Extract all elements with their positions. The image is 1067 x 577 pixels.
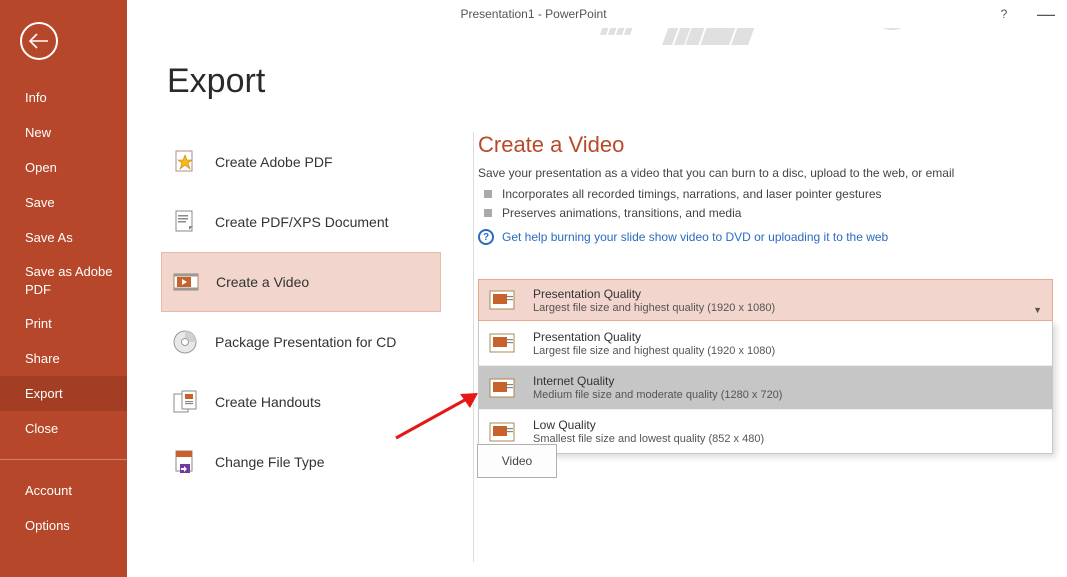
create-video-button[interactable]: Video [477, 444, 557, 478]
export-detail-panel: Create a Video Save your presentation as… [473, 132, 1057, 562]
chevron-down-icon: ▼ [1033, 305, 1042, 315]
disc-icon [171, 328, 199, 356]
backstage-sidebar: Info New Open Save Save As Save as Adobe… [0, 0, 127, 577]
export-option-change-file-type[interactable]: Change File Type [161, 432, 441, 492]
quality-option-internet[interactable]: Internet Quality Medium file size and mo… [479, 365, 1052, 409]
sidebar-item-label: Account [25, 483, 72, 498]
dropdown-sublabel: Largest file size and highest quality (1… [533, 302, 1042, 314]
bullet-icon [484, 209, 492, 217]
sidebar-item-label: Save as Adobe PDF [25, 264, 112, 297]
quality-option-low[interactable]: Low Quality Smallest file size and lowes… [479, 409, 1052, 453]
sidebar-item-print[interactable]: Print [0, 306, 127, 341]
sidebar-item-open[interactable]: Open [0, 150, 127, 185]
option-label: Low Quality [533, 418, 1042, 432]
detail-description: Save your presentation as a video that y… [478, 166, 1057, 180]
quality-dropdown-list: Presentation Quality Largest file size a… [478, 321, 1053, 454]
export-option-label: Create Handouts [215, 394, 321, 410]
sidebar-divider [0, 459, 127, 460]
video-quality-dropdown[interactable]: Presentation Quality Largest file size a… [478, 279, 1053, 454]
option-sublabel: Largest file size and highest quality (1… [533, 345, 1042, 357]
sidebar-item-info[interactable]: Info [0, 80, 127, 115]
export-option-create-video[interactable]: Create a Video [161, 252, 441, 312]
sidebar-item-label: Share [25, 351, 60, 366]
handouts-icon [171, 388, 199, 416]
option-label: Internet Quality [533, 374, 1042, 388]
sidebar-item-label: New [25, 125, 51, 140]
export-option-adobe-pdf[interactable]: Create Adobe PDF [161, 132, 441, 192]
option-label: Presentation Quality [533, 330, 1042, 344]
quality-option-presentation[interactable]: Presentation Quality Largest file size a… [479, 321, 1052, 365]
export-option-label: Change File Type [215, 454, 324, 470]
quality-icon [489, 378, 515, 398]
button-label: Video [502, 454, 532, 468]
help-info-icon: ? [478, 229, 494, 245]
sidebar-item-label: Info [25, 90, 47, 105]
export-option-label: Create PDF/XPS Document [215, 214, 389, 230]
option-sublabel: Smallest file size and lowest quality (8… [533, 433, 1042, 445]
option-sublabel: Medium file size and moderate quality (1… [533, 389, 1042, 401]
back-button[interactable] [20, 22, 58, 60]
sidebar-item-options[interactable]: Options [0, 508, 127, 543]
sidebar-item-label: Save As [25, 230, 73, 245]
sidebar-item-save-adobe-pdf[interactable]: Save as Adobe PDF [0, 255, 127, 306]
detail-bullet: Preserves animations, transitions, and m… [484, 205, 1057, 220]
bullet-text: Preserves animations, transitions, and m… [502, 206, 741, 220]
sidebar-item-account[interactable]: Account [0, 473, 127, 508]
change-file-type-icon [171, 448, 199, 476]
bullet-icon [484, 190, 492, 198]
adobe-pdf-icon [171, 148, 199, 176]
sidebar-item-label: Print [25, 316, 52, 331]
sidebar-item-export[interactable]: Export [0, 376, 127, 411]
export-option-handouts[interactable]: Create Handouts [161, 372, 441, 432]
help-link[interactable]: Get help burning your slide show video t… [502, 230, 888, 244]
sidebar-item-new[interactable]: New [0, 115, 127, 150]
detail-bullet: Incorporates all recorded timings, narra… [484, 186, 1057, 201]
arrow-left-icon [29, 33, 49, 49]
bullet-text: Incorporates all recorded timings, narra… [502, 187, 882, 201]
page-title: Export [167, 62, 1067, 101]
sidebar-item-label: Options [25, 518, 70, 533]
quality-icon [489, 333, 515, 353]
video-icon [172, 268, 200, 296]
export-option-label: Create a Video [216, 274, 309, 290]
export-option-label: Create Adobe PDF [215, 154, 333, 170]
sidebar-item-label: Close [25, 421, 58, 436]
export-option-label: Package Presentation for CD [215, 334, 396, 350]
document-icon [171, 208, 199, 236]
dropdown-label: Presentation Quality [533, 287, 1042, 301]
sidebar-item-save-as[interactable]: Save As [0, 220, 127, 255]
quality-icon [489, 422, 515, 442]
export-options-list: Create Adobe PDF Create PDF/XPS Document… [161, 132, 441, 492]
sidebar-item-close[interactable]: Close [0, 411, 127, 446]
detail-title: Create a Video [478, 132, 1057, 158]
export-option-package-cd[interactable]: Package Presentation for CD [161, 312, 441, 372]
sidebar-item-save[interactable]: Save [0, 185, 127, 220]
sidebar-item-share[interactable]: Share [0, 341, 127, 376]
export-option-pdf-xps[interactable]: Create PDF/XPS Document [161, 192, 441, 252]
sidebar-item-label: Save [25, 195, 55, 210]
sidebar-item-label: Export [25, 386, 63, 401]
sidebar-item-label: Open [25, 160, 57, 175]
quality-icon [489, 290, 515, 310]
dropdown-selected[interactable]: Presentation Quality Largest file size a… [478, 279, 1053, 321]
